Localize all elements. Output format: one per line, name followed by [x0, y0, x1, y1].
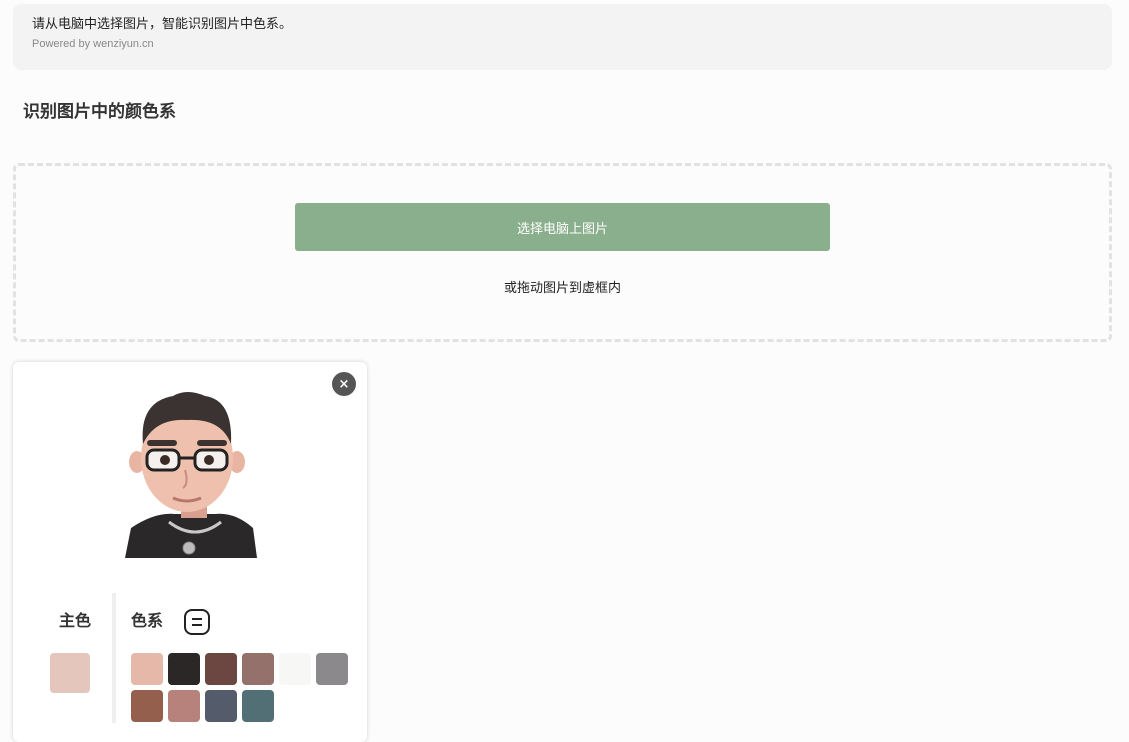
switch-view-icon[interactable]: [184, 609, 210, 635]
drag-hint-text: 或拖动图片到虚框内: [503, 281, 621, 296]
color-swatch[interactable]: [131, 653, 163, 685]
color-swatch[interactable]: [242, 653, 274, 685]
color-swatch[interactable]: [205, 653, 237, 685]
notice-banner: 请从电脑中选择图片，智能识别图片中色系。 Powered by wenziyun…: [13, 4, 1112, 70]
page-title: 识别图片中的颜色系: [23, 102, 176, 122]
color-swatch[interactable]: [316, 653, 348, 685]
color-swatch[interactable]: [131, 690, 163, 722]
select-image-button[interactable]: 选择电脑上图片: [295, 203, 830, 251]
main-color-swatch[interactable]: [50, 653, 90, 693]
column-divider: [112, 593, 116, 723]
color-swatch[interactable]: [242, 690, 274, 722]
color-swatch[interactable]: [279, 653, 311, 685]
powered-by-text: Powered by wenziyun.cn: [32, 38, 154, 50]
color-swatch[interactable]: [205, 690, 237, 722]
notice-text: 请从电脑中选择图片，智能识别图片中色系。: [32, 17, 293, 32]
color-swatch[interactable]: [168, 653, 200, 685]
close-icon[interactable]: ×: [332, 372, 356, 396]
palette-label: 色系: [131, 611, 164, 630]
avatar-image: [125, 392, 257, 558]
main-color-column: 主色: [50, 610, 100, 632]
image-dropzone[interactable]: 选择电脑上图片 或拖动图片到虚框内: [13, 163, 1112, 342]
palette-swatches: [131, 653, 351, 722]
color-swatch[interactable]: [168, 690, 200, 722]
result-card: × 主色 色系: [13, 362, 367, 742]
main-color-label: 主色: [58, 611, 91, 630]
